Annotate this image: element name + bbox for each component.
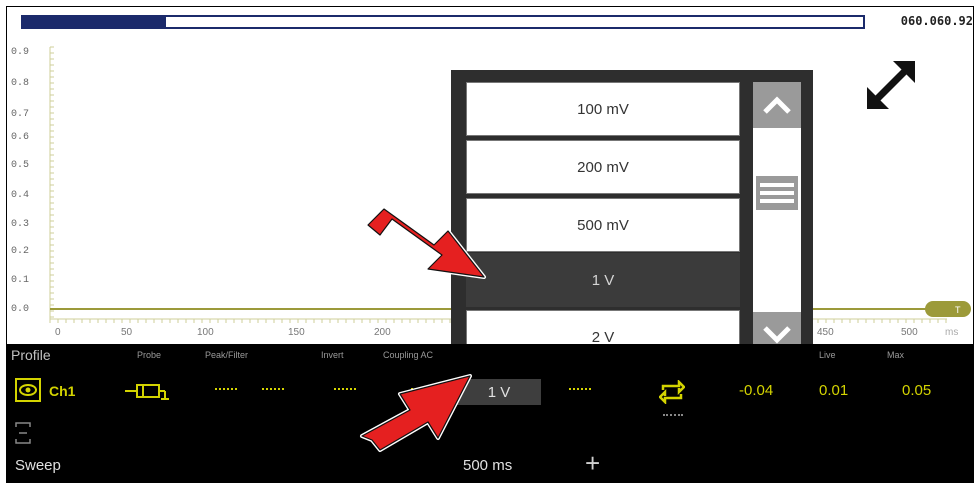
live-value: 0.01 xyxy=(819,382,849,399)
scale-option-1v[interactable]: 1 V xyxy=(466,253,740,307)
scale-option-200mv[interactable]: 200 mV xyxy=(466,140,740,194)
top-readout: 060.060.92 xyxy=(900,14,973,28)
trigger-marker-icon xyxy=(925,301,971,317)
y-tick: 0.8 xyxy=(11,78,30,89)
chevron-down-icon xyxy=(763,326,791,344)
peak-filter-value[interactable] xyxy=(215,388,237,390)
channel-visibility-eye-icon[interactable] xyxy=(15,378,41,402)
channel-label[interactable]: Ch1 xyxy=(49,383,75,399)
y-tick: 0.5 xyxy=(11,160,30,171)
x-tick: 0 xyxy=(55,327,61,338)
sweep-label: Sweep xyxy=(15,457,61,474)
scroll-thumb-icon[interactable] xyxy=(756,176,798,210)
x-unit-label: ms xyxy=(945,327,959,338)
min-value: -0.04 xyxy=(739,382,774,399)
y-tick: 0.1 xyxy=(11,275,30,286)
dropdown-scrollbar[interactable] xyxy=(753,82,801,358)
y-tick: 0.9 xyxy=(11,47,30,58)
chevron-up-icon xyxy=(763,96,791,114)
x-tick: 150 xyxy=(288,327,305,338)
buffer-position-fill xyxy=(23,17,166,27)
y-tick: 0.6 xyxy=(11,132,30,143)
column-header-max: Max xyxy=(887,350,905,360)
x-tick: 100 xyxy=(197,327,214,338)
offset-value[interactable] xyxy=(569,388,591,390)
scale-option-500mv[interactable]: 500 mV xyxy=(466,198,740,252)
channel-settings-panel: Profile Probe Peak/Filter Invert Couplin… xyxy=(7,344,973,482)
profile-label: Profile xyxy=(11,347,51,363)
scale-option-100mv[interactable]: 100 mV xyxy=(466,82,740,136)
y-tick: 0.2 xyxy=(11,246,30,257)
max-value: 0.05 xyxy=(902,382,932,399)
auto-range-status xyxy=(663,414,683,416)
x-tick: 50 xyxy=(121,327,133,338)
buffer-position-bar[interactable] xyxy=(21,15,865,29)
x-tick: 500 xyxy=(901,327,918,338)
column-header-coupling: Coupling AC xyxy=(383,350,434,360)
sweep-increase-button[interactable]: + xyxy=(585,448,600,479)
x-tick: 450 xyxy=(817,327,834,338)
auto-range-refresh-icon[interactable] xyxy=(659,380,685,404)
channel2-toggle-icon[interactable] xyxy=(15,422,31,444)
column-header-invert: Invert xyxy=(321,350,344,360)
fullscreen-toggle-icon[interactable] xyxy=(863,57,919,113)
vertical-scale-dropdown: 100 mV 200 mV 500 mV 1 V 2 V xyxy=(451,70,813,364)
column-header-peak-filter: Peak/Filter xyxy=(205,350,249,360)
y-tick: 0.0 xyxy=(11,304,30,315)
column-header-live: Live xyxy=(819,350,836,360)
y-tick: 0.4 xyxy=(11,190,30,201)
y-tick: 0.7 xyxy=(11,109,30,120)
peak-filter-secondary[interactable] xyxy=(262,388,284,390)
annotation-arrow-icon xyxy=(360,374,472,452)
x-tick: 200 xyxy=(374,327,391,338)
scroll-up-button[interactable] xyxy=(753,82,801,128)
y-tick: 0.3 xyxy=(11,219,30,230)
probe-icon[interactable] xyxy=(125,380,171,402)
trigger-marker-label: T xyxy=(955,305,961,315)
column-header-probe: Probe xyxy=(137,350,162,360)
annotation-arrow-icon xyxy=(366,207,486,279)
